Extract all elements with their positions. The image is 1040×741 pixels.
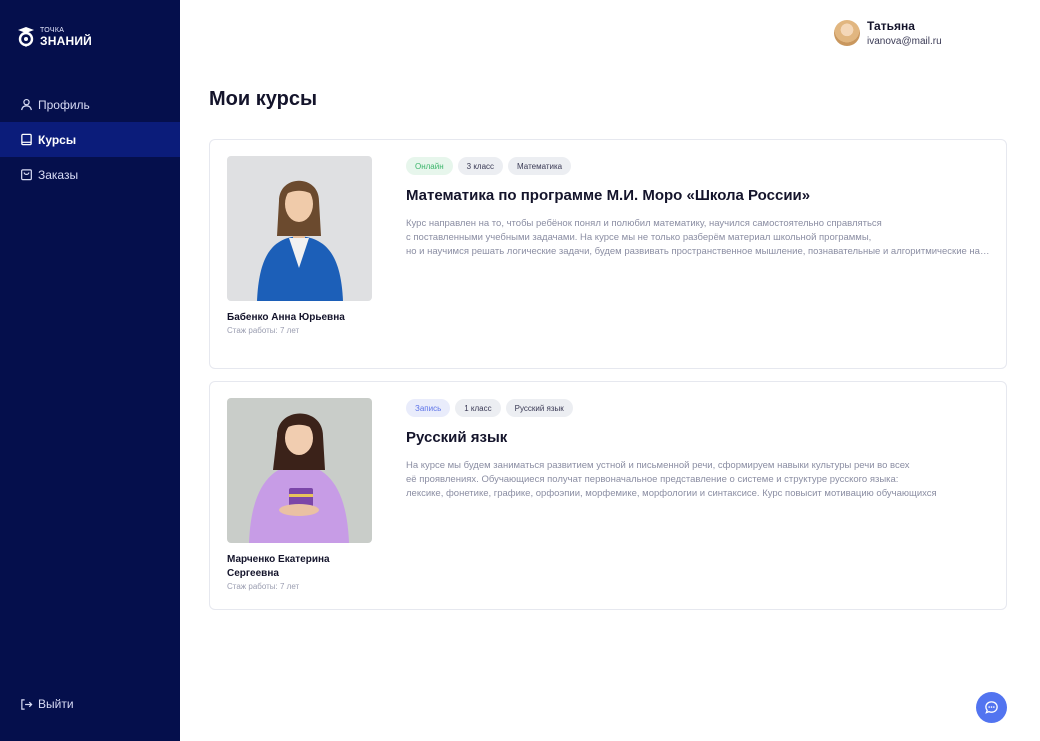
subject-badge: Математика: [508, 157, 572, 175]
teacher-photo: [227, 156, 372, 301]
user-name: Татьяна: [867, 19, 915, 33]
teacher-name: Марченко Екатерина Сергеевна: [227, 554, 330, 579]
sidebar-item-orders[interactable]: Заказы: [0, 157, 180, 192]
bag-icon: [19, 168, 33, 182]
course-description: Курс направлен на то, чтобы ребёнок поня…: [406, 218, 991, 257]
chat-button[interactable]: [976, 692, 1007, 723]
logo[interactable]: ТОЧКА ЗНАНИЙ: [17, 26, 92, 48]
course-card[interactable]: Марченко Екатерина Сергеевна Стаж работы…: [209, 381, 1007, 610]
avatar: [834, 20, 860, 46]
sidebar-item-courses[interactable]: Курсы: [0, 122, 180, 157]
user-email: ivanova@mail.ru: [867, 36, 942, 47]
status-badge: Онлайн: [406, 157, 453, 175]
sidebar-item-profile[interactable]: Профиль: [0, 87, 180, 122]
user-profile[interactable]: Татьяна ivanova@mail.ru: [834, 19, 942, 47]
course-description: На курсе мы будем заниматься развитием у…: [406, 460, 937, 499]
sidebar-item-label: Профиль: [38, 97, 90, 112]
course-tags: Онлайн 3 класс Математика: [406, 157, 572, 175]
sidebar-item-label: Курсы: [38, 132, 77, 147]
course-tags: Запись 1 класс Русский язык: [406, 399, 573, 417]
logout-label: Выйти: [38, 697, 74, 711]
logo-icon: [18, 27, 34, 47]
course-title[interactable]: Русский язык: [406, 429, 507, 446]
sidebar-item-label: Заказы: [38, 167, 79, 182]
sidebar-nav: Профиль Курсы Заказы: [0, 87, 180, 192]
sidebar: ТОЧКА ЗНАНИЙ Профиль Курсы Заказы Выйти: [0, 0, 180, 741]
status-badge: Запись: [406, 399, 451, 417]
grade-badge: 1 класс: [455, 399, 501, 417]
teacher-experience: Стаж работы: 7 лет: [227, 326, 300, 335]
user-icon: [19, 98, 33, 112]
logo-line-big: ЗНАНИЙ: [40, 34, 92, 48]
subject-badge: Русский язык: [505, 399, 573, 417]
teacher-name: Бабенко Анна Юрьевна: [227, 312, 345, 323]
logout-icon: [19, 697, 33, 711]
logout-button[interactable]: Выйти: [19, 697, 74, 711]
page-title: Мои курсы: [209, 88, 318, 110]
grade-badge: 3 класс: [457, 157, 504, 175]
teacher-experience: Стаж работы: 7 лет: [227, 582, 300, 591]
teacher-photo: [227, 398, 372, 543]
chat-icon: [985, 701, 998, 714]
course-card[interactable]: Бабенко Анна Юрьевна Стаж работы: 7 лет …: [209, 139, 1007, 369]
course-title[interactable]: Математика по программе М.И. Моро «Школа…: [406, 187, 810, 204]
logo-line-small: ТОЧКА: [40, 27, 65, 34]
book-icon: [19, 133, 33, 147]
